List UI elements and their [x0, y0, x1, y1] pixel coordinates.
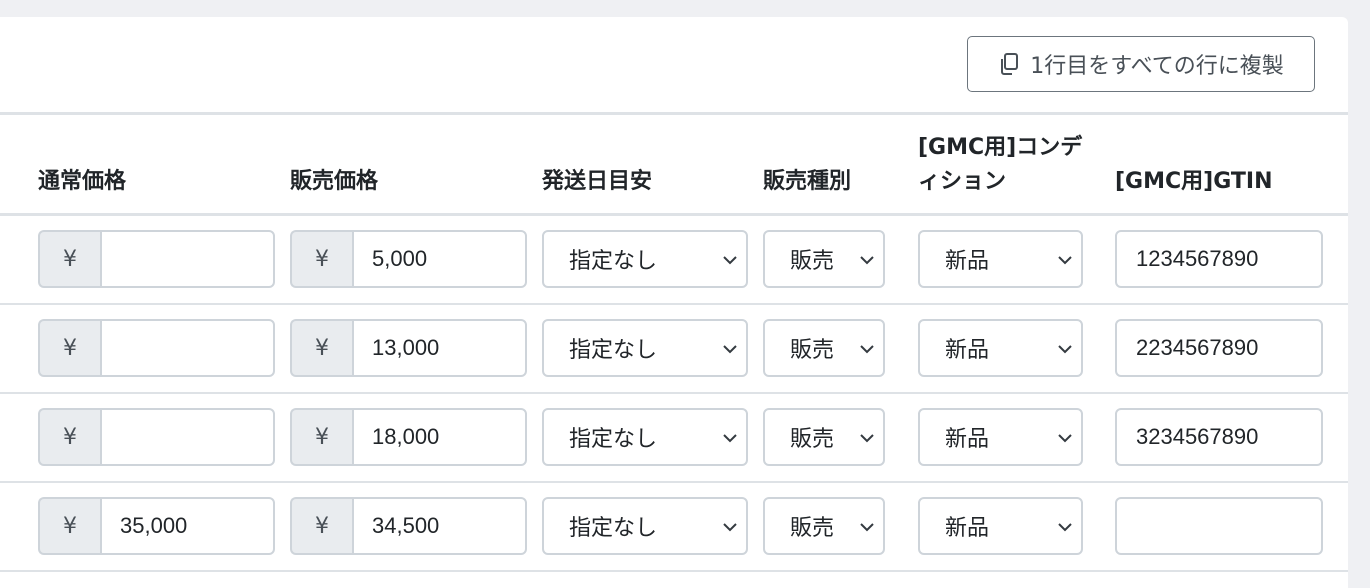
sale-type-select[interactable]: 販売	[763, 319, 885, 377]
chevron-down-icon	[1058, 256, 1072, 265]
gmc-condition-value: 新品	[945, 516, 990, 541]
table-row: ¥ ¥ 18,000 指定なし 販売 新品 3234567890	[0, 394, 1348, 483]
chevron-down-icon	[860, 523, 874, 532]
shipping-estimate-select[interactable]: 指定なし	[542, 408, 748, 466]
column-header-gmc-condition-line1: [GMC用]コンデ	[918, 135, 1083, 160]
column-header-shipping-estimate: 発送日目安	[542, 169, 653, 194]
copy-icon	[998, 52, 1020, 76]
shipping-estimate-select[interactable]: 指定なし	[542, 497, 748, 555]
currency-addon: ¥	[290, 408, 352, 466]
sale-price-input-group: ¥ 5,000	[290, 230, 527, 288]
sale-price-input-group: ¥ 18,000	[290, 408, 527, 466]
column-header-gmc-condition-line2: ィション	[918, 169, 1007, 194]
chevron-down-icon	[723, 345, 737, 354]
gmc-condition-select[interactable]: 新品	[918, 319, 1083, 377]
variants-card: 1行目をすべての行に複製 通常価格 販売価格 発送日目安 販売種別 [GMC用]…	[0, 17, 1348, 588]
sale-price-input-group: ¥ 34,500	[290, 497, 527, 555]
currency-addon: ¥	[290, 230, 352, 288]
gmc-gtin-input[interactable]: 3234567890	[1115, 408, 1323, 466]
currency-addon: ¥	[290, 497, 352, 555]
chevron-down-icon	[1058, 434, 1072, 443]
sale-type-select[interactable]: 販売	[763, 408, 885, 466]
regular-price-input[interactable]	[100, 319, 275, 377]
currency-addon: ¥	[290, 319, 352, 377]
regular-price-input[interactable]	[100, 408, 275, 466]
sale-type-value: 販売	[790, 338, 835, 363]
regular-price-input[interactable]: 35,000	[100, 497, 275, 555]
chevron-down-icon	[1058, 523, 1072, 532]
chevron-down-icon	[860, 345, 874, 354]
currency-addon: ¥	[38, 408, 100, 466]
shipping-estimate-value: 指定なし	[569, 516, 658, 541]
sale-type-value: 販売	[790, 516, 835, 541]
chevron-down-icon	[1058, 345, 1072, 354]
divider	[0, 112, 1348, 115]
sale-type-select[interactable]: 販売	[763, 230, 885, 288]
table-row: ¥ 35,000 ¥ 34,500 指定なし 販売 新品	[0, 483, 1348, 572]
sale-price-input[interactable]: 34,500	[352, 497, 527, 555]
shipping-estimate-value: 指定なし	[569, 427, 658, 452]
regular-price-input[interactable]	[100, 230, 275, 288]
shipping-estimate-value: 指定なし	[569, 338, 658, 363]
shipping-estimate-value: 指定なし	[569, 249, 658, 274]
gmc-condition-select[interactable]: 新品	[918, 497, 1083, 555]
chevron-down-icon	[860, 434, 874, 443]
shipping-estimate-select[interactable]: 指定なし	[542, 319, 748, 377]
gmc-gtin-input[interactable]	[1115, 497, 1323, 555]
column-header-regular-price: 通常価格	[38, 169, 127, 194]
chevron-down-icon	[723, 434, 737, 443]
copy-first-row-label: 1行目をすべての行に複製	[1030, 54, 1284, 79]
sale-price-input[interactable]: 18,000	[352, 408, 527, 466]
sale-price-input-group: ¥ 13,000	[290, 319, 527, 377]
currency-addon: ¥	[38, 230, 100, 288]
sale-type-select[interactable]: 販売	[763, 497, 885, 555]
chevron-down-icon	[723, 256, 737, 265]
gmc-gtin-input[interactable]: 1234567890	[1115, 230, 1323, 288]
column-header-gmc-gtin: [GMC用]GTIN	[1115, 169, 1273, 194]
sale-type-value: 販売	[790, 249, 835, 274]
chevron-down-icon	[723, 523, 737, 532]
table-row: ¥ ¥ 5,000 指定なし 販売 新品 1234567890	[0, 216, 1348, 305]
currency-addon: ¥	[38, 319, 100, 377]
table-row: ¥ ¥ 13,000 指定なし 販売 新品 2234567890	[0, 305, 1348, 394]
chevron-down-icon	[860, 256, 874, 265]
gmc-condition-select[interactable]: 新品	[918, 408, 1083, 466]
shipping-estimate-select[interactable]: 指定なし	[542, 230, 748, 288]
gmc-condition-value: 新品	[945, 427, 990, 452]
sale-price-input[interactable]: 5,000	[352, 230, 527, 288]
regular-price-input-group: ¥	[38, 230, 275, 288]
column-header-sale-type: 販売種別	[763, 169, 852, 194]
gmc-condition-value: 新品	[945, 338, 990, 363]
regular-price-input-group: ¥	[38, 408, 275, 466]
sale-type-value: 販売	[790, 427, 835, 452]
sale-price-input[interactable]: 13,000	[352, 319, 527, 377]
gmc-condition-value: 新品	[945, 249, 990, 274]
column-header-sale-price: 販売価格	[290, 169, 379, 194]
regular-price-input-group: ¥	[38, 319, 275, 377]
regular-price-input-group: ¥ 35,000	[38, 497, 275, 555]
copy-first-row-button[interactable]: 1行目をすべての行に複製	[967, 36, 1315, 92]
gmc-condition-select[interactable]: 新品	[918, 230, 1083, 288]
currency-addon: ¥	[38, 497, 100, 555]
gmc-gtin-input[interactable]: 2234567890	[1115, 319, 1323, 377]
